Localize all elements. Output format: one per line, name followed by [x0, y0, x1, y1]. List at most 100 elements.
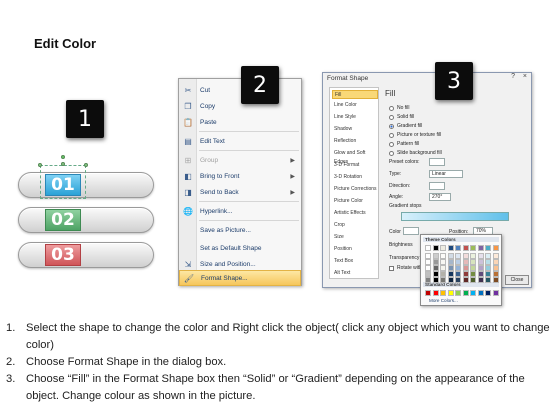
- menu-item-bring-to-front[interactable]: ◧ Bring to Front ▶: [179, 168, 301, 184]
- shape-pill-1[interactable]: [18, 172, 154, 198]
- nav-picture-corrections[interactable]: Picture Corrections: [332, 185, 378, 194]
- menu-item-paste[interactable]: 📋 Paste: [179, 114, 301, 130]
- theme-color-swatch[interactable]: [477, 277, 484, 283]
- theme-color-swatch[interactable]: [432, 245, 439, 251]
- standard-color-swatch[interactable]: [485, 290, 491, 296]
- menu-item-copy[interactable]: ❐ Copy: [179, 98, 301, 114]
- preset-colors-label: Preset colors:: [389, 159, 420, 165]
- theme-color-swatch[interactable]: [492, 277, 499, 283]
- angle-input[interactable]: 270°: [429, 193, 451, 201]
- standard-color-swatch[interactable]: [492, 290, 499, 296]
- option-gradient-fill[interactable]: Gradient fill: [389, 123, 422, 129]
- shape-label-03[interactable]: 03: [45, 244, 81, 266]
- option-no-fill[interactable]: No fill: [389, 105, 410, 111]
- radio-icon: [389, 132, 394, 138]
- theme-color-swatch[interactable]: [425, 245, 431, 251]
- menu-item-cut[interactable]: ✂ Cut: [179, 82, 301, 98]
- standard-color-swatch[interactable]: [440, 290, 446, 296]
- option-pattern-fill[interactable]: Pattern fill: [389, 141, 419, 147]
- transparency-label: Transparency: [389, 255, 420, 261]
- nav-crop[interactable]: Crop: [332, 221, 378, 230]
- color-picker-button[interactable]: [403, 227, 419, 235]
- menu-item-set-default-shape[interactable]: Set as Default Shape: [179, 240, 301, 256]
- close-icon[interactable]: ×: [523, 73, 527, 80]
- menu-item-hyperlink[interactable]: 🌐 Hyperlink...: [179, 203, 301, 219]
- menu-item-save-as-picture[interactable]: Save as Picture...: [179, 222, 301, 238]
- gradient-stops-bar[interactable]: [401, 212, 509, 221]
- theme-color-swatch[interactable]: [447, 245, 454, 251]
- step-text: Choose Format Shape in the dialog box.: [26, 356, 227, 368]
- close-button[interactable]: Close: [505, 275, 529, 285]
- theme-color-swatch[interactable]: [485, 245, 491, 251]
- standard-color-swatch[interactable]: [432, 290, 439, 296]
- theme-color-swatch[interactable]: [462, 245, 469, 251]
- nav-line-style[interactable]: Line Style: [332, 113, 378, 122]
- standard-color-swatch[interactable]: [477, 290, 484, 296]
- option-slide-background-fill[interactable]: Slide background fill: [389, 150, 442, 156]
- menu-item-format-shape[interactable]: 🖌 Format Shape...: [179, 270, 301, 286]
- shape-pill-3[interactable]: [18, 242, 154, 268]
- radio-selected-icon: [389, 123, 394, 129]
- nav-reflection[interactable]: Reflection: [332, 137, 378, 146]
- theme-color-swatch[interactable]: [432, 277, 439, 283]
- menu-item-edit-text[interactable]: ▤ Edit Text: [179, 133, 301, 149]
- theme-color-swatch[interactable]: [462, 277, 469, 283]
- menu-item-send-to-back[interactable]: ◨ Send to Back ▶: [179, 184, 301, 200]
- type-dropdown[interactable]: Linear: [429, 170, 463, 178]
- menu-item-group[interactable]: ⊞ Group ▶: [179, 152, 301, 168]
- nav-position[interactable]: Position: [332, 245, 378, 254]
- step-badge-2: 2: [241, 66, 279, 104]
- theme-color-swatch[interactable]: [455, 245, 461, 251]
- option-solid-fill[interactable]: Solid fill: [389, 114, 414, 120]
- theme-color-swatch[interactable]: [492, 245, 499, 251]
- nav-text-box[interactable]: Text Box: [332, 257, 378, 266]
- theme-color-swatch[interactable]: [455, 277, 461, 283]
- rotation-handle[interactable]: [61, 155, 65, 159]
- nav-glow[interactable]: Glow and Soft Edges: [332, 149, 378, 165]
- selection-handle[interactable]: [61, 162, 65, 166]
- type-label: Type:: [389, 171, 402, 177]
- preset-colors-dropdown[interactable]: [429, 158, 445, 166]
- theme-color-swatch[interactable]: [470, 245, 476, 251]
- nav-artistic-effects[interactable]: Artistic Effects: [332, 209, 378, 218]
- theme-color-swatch[interactable]: [470, 277, 476, 283]
- standard-color-swatch[interactable]: [470, 290, 476, 296]
- nav-line-color[interactable]: Line Color: [332, 101, 378, 110]
- standard-color-swatch[interactable]: [455, 290, 461, 296]
- standard-color-swatch[interactable]: [425, 290, 431, 296]
- menu-separator: [199, 201, 299, 202]
- nav-shadow[interactable]: Shadow: [332, 125, 378, 134]
- theme-color-swatch[interactable]: [447, 277, 454, 283]
- option-picture-fill[interactable]: Picture or texture fill: [389, 132, 441, 138]
- shape-pill-2[interactable]: [18, 207, 154, 233]
- nav-3d-format[interactable]: 3-D Format: [332, 161, 378, 170]
- menu-label: Edit Text: [200, 137, 225, 145]
- nav-alt-text[interactable]: Alt Text: [332, 269, 378, 278]
- theme-color-swatch[interactable]: [477, 245, 484, 251]
- option-label: No fill: [397, 105, 410, 111]
- theme-color-swatch[interactable]: [425, 277, 431, 283]
- shape-label-02[interactable]: 02: [45, 209, 81, 231]
- color-label: Color: [389, 229, 401, 235]
- theme-color-swatch[interactable]: [485, 277, 491, 283]
- angle-label: Angle:: [389, 194, 404, 200]
- shape-label-01[interactable]: 01: [45, 174, 81, 196]
- standard-color-swatch[interactable]: [447, 290, 454, 296]
- theme-color-swatch[interactable]: [440, 245, 446, 251]
- nav-3d-rotation[interactable]: 3-D Rotation: [332, 173, 378, 182]
- selection-handle[interactable]: [84, 163, 88, 167]
- selection-handle[interactable]: [38, 163, 42, 167]
- paste-icon: 📋: [183, 117, 193, 127]
- direction-dropdown[interactable]: [429, 182, 445, 190]
- nav-fill[interactable]: Fill: [332, 90, 378, 99]
- group-icon: ⊞: [184, 155, 192, 165]
- instruction-step: 2. Choose Format Shape in the dialog box.: [6, 354, 556, 371]
- theme-color-swatch[interactable]: [440, 277, 446, 283]
- menu-label: Hyperlink...: [200, 207, 233, 215]
- more-colors-link[interactable]: More Colors...: [429, 298, 458, 303]
- help-icon[interactable]: ?: [511, 73, 515, 80]
- menu-label: Cut: [200, 86, 211, 94]
- nav-picture-color[interactable]: Picture Color: [332, 197, 378, 206]
- standard-color-swatch[interactable]: [462, 290, 469, 296]
- nav-size[interactable]: Size: [332, 233, 378, 242]
